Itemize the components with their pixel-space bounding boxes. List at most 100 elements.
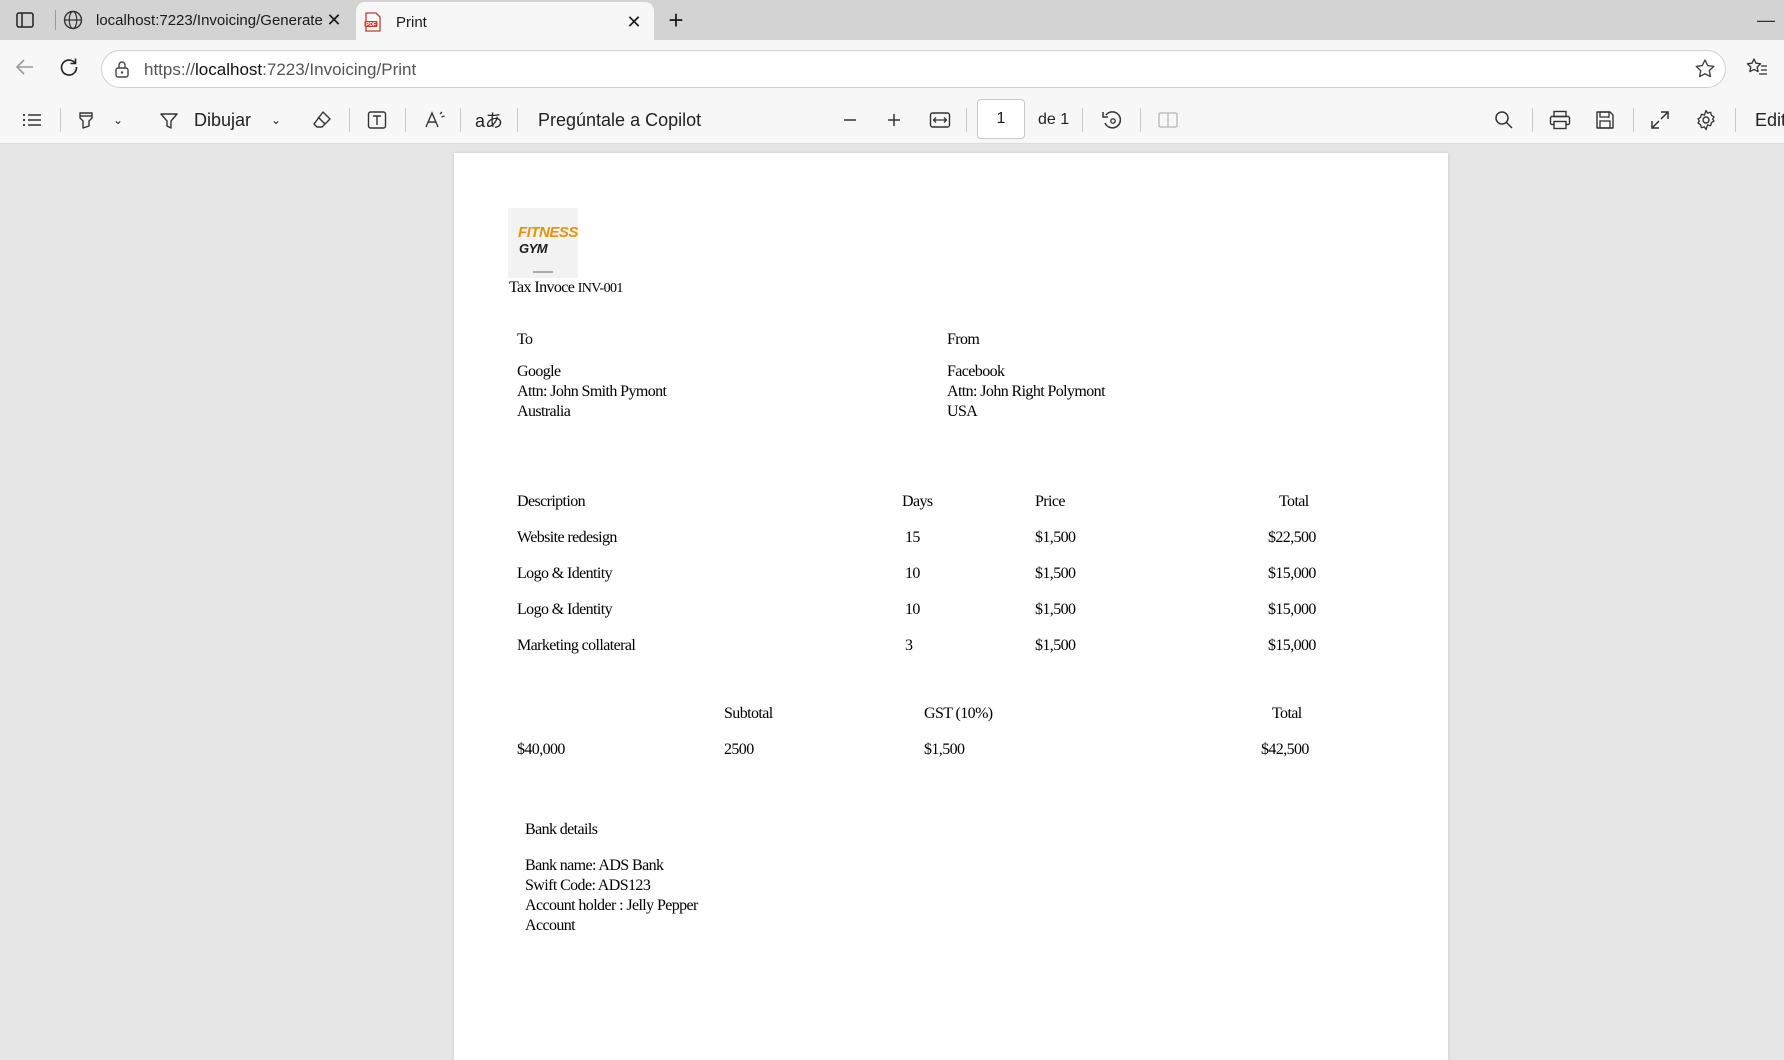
col-header-total: Total bbox=[1279, 493, 1309, 510]
toolbar-divider bbox=[966, 108, 967, 132]
invoice-title-text: Tax Invoce bbox=[509, 279, 575, 296]
item-total: $15,000 bbox=[1268, 601, 1316, 618]
globe-icon bbox=[62, 9, 84, 31]
logo-tagline-mark bbox=[533, 271, 553, 273]
bank-account: Account bbox=[525, 917, 576, 934]
pdf-toolbar: ⌄ Dibujar ⌄ aあ Pregúntale a Copilot 1 de… bbox=[0, 96, 1784, 144]
item-days: 3 bbox=[905, 637, 913, 654]
zoom-out-icon[interactable] bbox=[838, 104, 862, 136]
tab-strip: localhost:7223/Invoicing/GenerateInvoice… bbox=[0, 0, 1784, 42]
fit-width-icon[interactable] bbox=[927, 104, 953, 136]
from-attention: Attn: John Right Polymont bbox=[947, 383, 1106, 400]
bank-account-holder: Account holder : Jelly Pepper bbox=[525, 897, 698, 914]
sidebar-toggle-icon[interactable] bbox=[12, 8, 38, 32]
col-header-days: Days bbox=[902, 493, 933, 510]
item-price: $1,500 bbox=[1035, 529, 1076, 546]
highlight-icon[interactable] bbox=[74, 104, 98, 136]
bank-name: Bank name: ADS Bank bbox=[525, 857, 664, 874]
rotate-icon[interactable] bbox=[1099, 104, 1125, 136]
favorites-icon[interactable] bbox=[1742, 52, 1772, 82]
tab-title: localhost:7223/Invoicing/GenerateInvoice bbox=[96, 11, 322, 29]
url-host: localhost bbox=[195, 60, 263, 79]
item-total: $15,000 bbox=[1268, 565, 1316, 582]
to-country: Australia bbox=[517, 403, 571, 420]
toolbar-divider bbox=[1082, 108, 1083, 132]
svg-text:PDF: PDF bbox=[366, 22, 376, 28]
edit-button[interactable]: Edit bbox=[1755, 104, 1784, 136]
chevron-down-icon[interactable]: ⌄ bbox=[268, 104, 284, 136]
search-icon[interactable] bbox=[1492, 104, 1516, 136]
summary-header-gst: GST (10%) bbox=[924, 705, 993, 722]
item-description: Marketing collateral bbox=[517, 637, 636, 654]
translate-icon[interactable]: aあ bbox=[475, 104, 503, 136]
star-icon[interactable] bbox=[1693, 57, 1717, 81]
to-attention: Attn: John Smith Pymont bbox=[517, 383, 667, 400]
text-box-icon[interactable] bbox=[365, 104, 389, 136]
tab-title: Print bbox=[396, 13, 427, 31]
item-days: 10 bbox=[905, 601, 920, 618]
ask-copilot-button[interactable]: Pregúntale a Copilot bbox=[538, 104, 701, 136]
toolbar-divider bbox=[1532, 108, 1533, 132]
refresh-icon[interactable] bbox=[54, 52, 84, 82]
bank-swift: Swift Code: ADS123 bbox=[525, 877, 651, 894]
item-description: Logo & Identity bbox=[517, 565, 613, 582]
page-number-input[interactable]: 1 bbox=[977, 99, 1025, 139]
url-scheme: https:// bbox=[144, 60, 196, 79]
toolbar-divider bbox=[405, 108, 406, 132]
tab-print[interactable]: PDF Print ✕ bbox=[356, 2, 654, 42]
from-country: USA bbox=[947, 403, 978, 420]
item-description: Logo & Identity bbox=[517, 601, 613, 618]
lock-icon[interactable] bbox=[112, 59, 132, 79]
logo-text: FITNESS bbox=[518, 224, 578, 241]
pdf-icon: PDF bbox=[362, 11, 384, 33]
fullscreen-icon[interactable] bbox=[1648, 104, 1672, 136]
logo-text: GYM bbox=[519, 241, 548, 256]
summary-total: $42,500 bbox=[1261, 741, 1309, 758]
settings-gear-icon[interactable] bbox=[1694, 104, 1718, 136]
to-company: Google bbox=[517, 363, 561, 380]
from-company: Facebook bbox=[947, 363, 1005, 380]
pdf-page: FITNESS GYM Tax Invoce INV-001 To Google… bbox=[454, 153, 1448, 1060]
url-path: :7223/Invoicing/Print bbox=[262, 60, 417, 79]
invoice-number: INV-001 bbox=[577, 281, 624, 296]
item-price: $1,500 bbox=[1035, 637, 1076, 654]
pdf-viewer[interactable]: FITNESS GYM Tax Invoce INV-001 To Google… bbox=[4, 145, 1784, 1060]
draw-button[interactable]: Dibujar bbox=[194, 104, 251, 136]
toolbar-divider bbox=[60, 108, 61, 132]
toolbar-divider bbox=[1735, 108, 1736, 132]
bank-details-title: Bank details bbox=[525, 821, 598, 838]
close-icon[interactable]: ✕ bbox=[622, 10, 646, 34]
toolbar-divider bbox=[517, 108, 518, 132]
col-header-description: Description bbox=[517, 493, 586, 510]
save-icon[interactable] bbox=[1593, 104, 1617, 136]
page-view-icon bbox=[1155, 104, 1181, 136]
read-aloud-icon[interactable] bbox=[422, 104, 448, 136]
from-label: From bbox=[947, 331, 980, 348]
to-label: To bbox=[517, 331, 533, 348]
item-days: 15 bbox=[905, 529, 920, 546]
item-price: $1,500 bbox=[1035, 601, 1076, 618]
chevron-down-icon[interactable]: ⌄ bbox=[110, 104, 126, 136]
invoice-title: Tax Invoce INV-001 bbox=[509, 278, 623, 299]
back-arrow-icon[interactable] bbox=[10, 52, 40, 82]
eraser-icon[interactable] bbox=[310, 104, 334, 136]
new-tab-button[interactable]: + bbox=[662, 5, 690, 35]
col-header-price: Price bbox=[1035, 493, 1065, 510]
print-icon[interactable] bbox=[1548, 104, 1572, 136]
navigation-bar: https://localhost:7223/Invoicing/Print bbox=[0, 40, 1784, 96]
address-bar[interactable]: https://localhost:7223/Invoicing/Print bbox=[101, 50, 1726, 88]
page-count: de 1 bbox=[1038, 111, 1070, 128]
toolbar-divider bbox=[349, 108, 350, 132]
summary-header-total: Total bbox=[1272, 705, 1302, 722]
close-icon[interactable]: ✕ bbox=[322, 8, 346, 32]
contents-list-icon[interactable] bbox=[20, 104, 44, 136]
summary-header-subtotal: Subtotal bbox=[724, 705, 773, 722]
item-total: $15,000 bbox=[1268, 637, 1316, 654]
minimize-icon[interactable]: — bbox=[1757, 10, 1775, 31]
zoom-in-icon[interactable] bbox=[882, 104, 906, 136]
toolbar-divider bbox=[460, 108, 461, 132]
item-days: 10 bbox=[905, 565, 920, 582]
item-price: $1,500 bbox=[1035, 565, 1076, 582]
draw-pen-icon[interactable] bbox=[157, 104, 181, 136]
tab-generate-invoice[interactable]: localhost:7223/Invoicing/GenerateInvoice… bbox=[56, 0, 354, 40]
